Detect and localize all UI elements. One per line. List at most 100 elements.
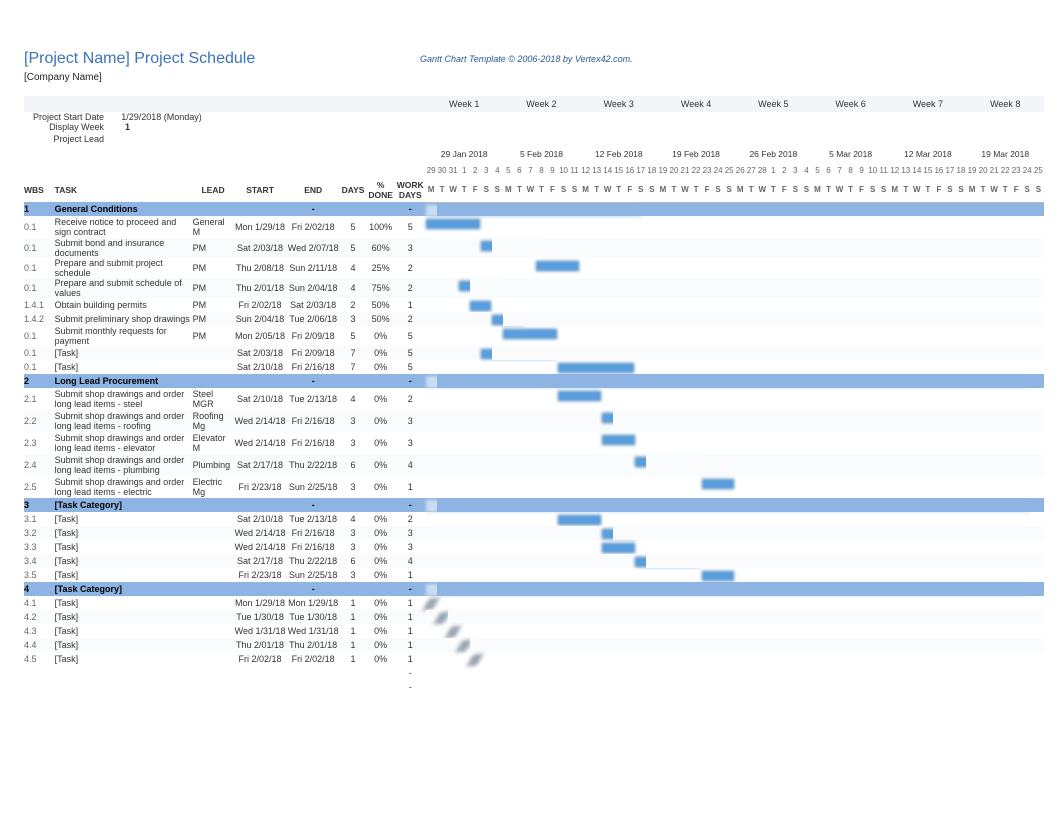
percent-done[interactable]: 25% — [366, 258, 395, 278]
days[interactable]: 5 — [340, 326, 367, 346]
percent-done[interactable]: 60% — [366, 238, 395, 258]
percent-done[interactable]: 0% — [366, 454, 395, 476]
task-name[interactable]: Submit bond and insurance documents — [55, 238, 193, 258]
lead[interactable] — [193, 666, 234, 680]
start-date[interactable]: Wed 2/14/18 — [233, 410, 286, 432]
wbs[interactable]: 3.2 — [24, 526, 55, 540]
lead[interactable]: PM — [193, 258, 234, 278]
task-name[interactable]: [Task] — [55, 554, 193, 568]
wbs[interactable]: 4.3 — [24, 624, 55, 638]
end-date[interactable]: Thu 2/22/18 — [287, 554, 340, 568]
days[interactable]: 1 — [340, 638, 367, 652]
lead[interactable]: General M — [193, 216, 234, 238]
percent-done[interactable]: 0% — [366, 360, 395, 374]
start-date[interactable] — [233, 666, 286, 680]
lead[interactable]: PM — [193, 238, 234, 258]
task-name[interactable]: [Task] — [55, 652, 193, 666]
end-date[interactable]: Sun 2/04/18 — [287, 278, 340, 298]
percent-done[interactable]: 50% — [366, 298, 395, 312]
lead[interactable] — [193, 526, 234, 540]
days[interactable]: 1 — [340, 610, 367, 624]
start-date[interactable]: Sun 2/04/18 — [233, 312, 286, 326]
start-date[interactable]: Thu 2/01/18 — [233, 638, 286, 652]
task-name[interactable]: Obtain building permits — [55, 298, 193, 312]
percent-done[interactable]: 0% — [366, 388, 395, 410]
lead[interactable]: Steel MGR — [193, 388, 234, 410]
days[interactable]: 4 — [340, 512, 367, 526]
task-name[interactable]: Prepare and submit schedule of values — [55, 278, 193, 298]
days[interactable]: 3 — [340, 410, 367, 432]
start-date[interactable]: Sat 2/03/18 — [233, 238, 286, 258]
work-days[interactable]: - — [395, 680, 426, 694]
lead[interactable] — [193, 610, 234, 624]
work-days[interactable]: 1 — [395, 638, 426, 652]
end-date[interactable]: Thu 2/01/18 — [287, 638, 340, 652]
lead[interactable]: PM — [193, 312, 234, 326]
work-days[interactable]: 5 — [395, 360, 426, 374]
task-name[interactable]: [Task] — [55, 610, 193, 624]
work-days[interactable]: 1 — [395, 568, 426, 582]
days[interactable]: 4 — [340, 278, 367, 298]
start-date[interactable]: Fri 2/23/18 — [233, 568, 286, 582]
days[interactable]: 3 — [340, 432, 367, 454]
percent-done[interactable] — [366, 666, 395, 680]
days[interactable]: 2 — [340, 298, 367, 312]
start-date[interactable] — [233, 680, 286, 694]
end-date[interactable]: Fri 2/02/18 — [287, 216, 340, 238]
work-days[interactable]: 5 — [395, 216, 426, 238]
end-date[interactable]: Fri 2/16/18 — [287, 526, 340, 540]
end-date[interactable]: Sun 2/25/18 — [287, 568, 340, 582]
percent-done[interactable] — [366, 680, 395, 694]
lead[interactable] — [193, 638, 234, 652]
end-date[interactable]: Fri 2/16/18 — [287, 360, 340, 374]
wbs[interactable]: 4.5 — [24, 652, 55, 666]
end-date[interactable]: Wed 2/07/18 — [287, 238, 340, 258]
days[interactable]: 6 — [340, 454, 367, 476]
work-days[interactable]: 1 — [395, 298, 426, 312]
task-name[interactable]: Submit shop drawings and order long lead… — [55, 454, 193, 476]
end-date[interactable] — [287, 666, 340, 680]
task-name[interactable]: [Task] — [55, 526, 193, 540]
lead[interactable] — [193, 512, 234, 526]
work-days[interactable]: 1 — [395, 596, 426, 610]
task-name[interactable]: Submit shop drawings and order long lead… — [55, 432, 193, 454]
days[interactable]: 6 — [340, 554, 367, 568]
percent-done[interactable]: 0% — [366, 596, 395, 610]
end-date[interactable]: Tue 2/13/18 — [287, 388, 340, 410]
task-name[interactable]: Submit shop drawings and order long lead… — [55, 388, 193, 410]
task-name[interactable]: Prepare and submit project schedule — [55, 258, 193, 278]
start-date[interactable]: Sat 2/10/18 — [233, 512, 286, 526]
wbs[interactable]: 0.1 — [24, 258, 55, 278]
wbs[interactable]: 2.1 — [24, 388, 55, 410]
work-days[interactable]: 3 — [395, 410, 426, 432]
start-date[interactable]: Sat 2/10/18 — [233, 360, 286, 374]
start-date[interactable]: Sat 2/17/18 — [233, 454, 286, 476]
percent-done[interactable]: 0% — [366, 554, 395, 568]
lead[interactable]: PM — [193, 326, 234, 346]
wbs[interactable]: 3.3 — [24, 540, 55, 554]
lead[interactable] — [193, 624, 234, 638]
work-days[interactable]: 3 — [395, 432, 426, 454]
days[interactable] — [340, 680, 367, 694]
task-name[interactable]: [Task] — [55, 512, 193, 526]
days[interactable] — [340, 666, 367, 680]
task-name[interactable]: Submit preliminary shop drawings — [55, 312, 193, 326]
lead[interactable] — [193, 652, 234, 666]
task-name[interactable]: [Task] — [55, 596, 193, 610]
end-date[interactable]: Wed 1/31/18 — [287, 624, 340, 638]
percent-done[interactable]: 0% — [366, 432, 395, 454]
wbs[interactable]: 2.5 — [24, 476, 55, 498]
end-date[interactable]: Fri 2/09/18 — [287, 346, 340, 360]
days[interactable]: 3 — [340, 476, 367, 498]
end-date[interactable]: Tue 2/06/18 — [287, 312, 340, 326]
work-days[interactable]: - — [395, 666, 426, 680]
lead[interactable] — [193, 680, 234, 694]
lead[interactable]: PM — [193, 298, 234, 312]
project-start-date-value[interactable]: 1/29/2018 (Monday) — [117, 112, 207, 122]
work-days[interactable]: 4 — [395, 454, 426, 476]
start-date[interactable]: Fri 2/02/18 — [233, 652, 286, 666]
percent-done[interactable]: 0% — [366, 610, 395, 624]
wbs[interactable] — [24, 666, 55, 680]
days[interactable]: 5 — [340, 216, 367, 238]
wbs[interactable]: 3.4 — [24, 554, 55, 568]
